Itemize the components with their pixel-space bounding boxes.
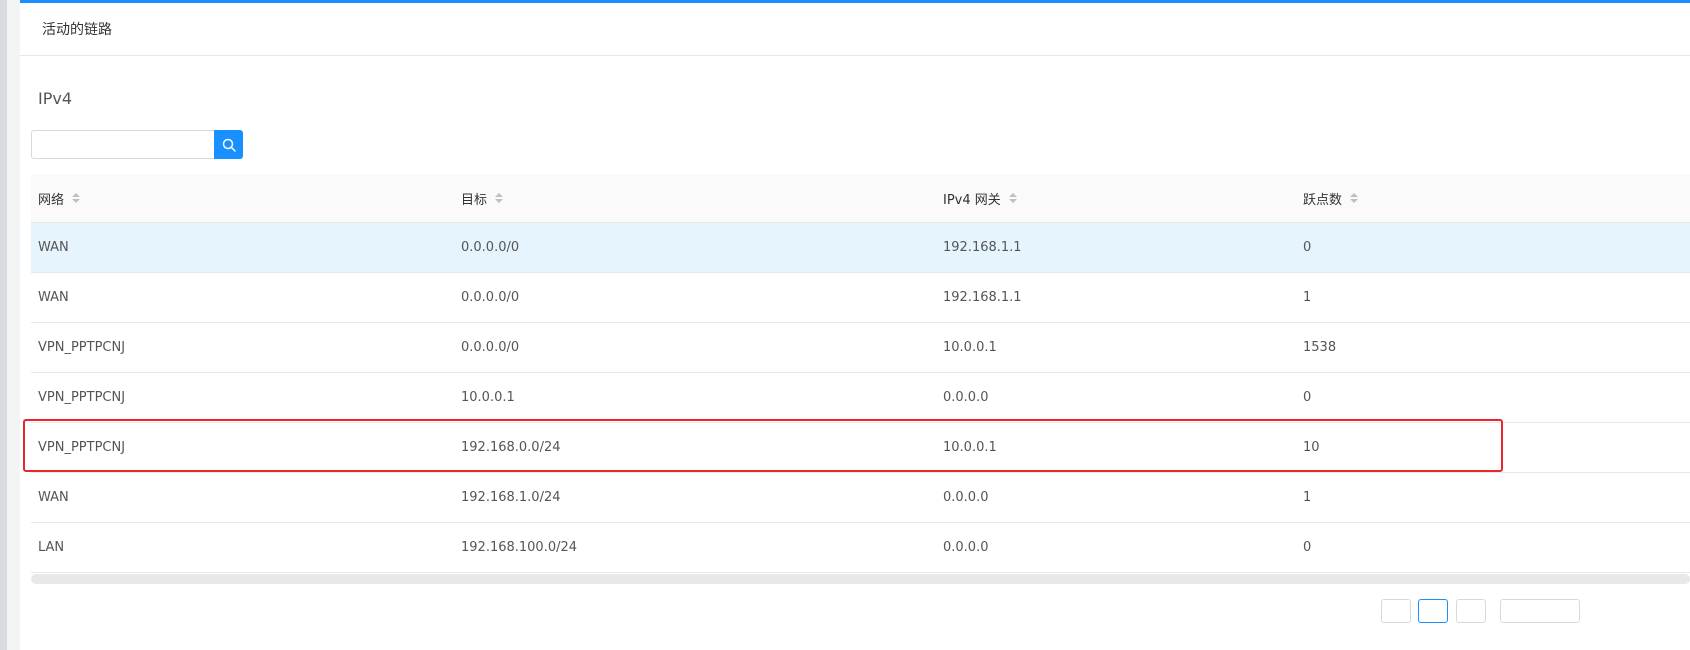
cell-network: VPN_PPTPCNJ xyxy=(38,440,126,455)
cell-metric: 0 xyxy=(1303,540,1312,555)
active-routes-card: 活动的链路 IPv4 网络 目标 IPv4 网关 跃点数 WAN 0.0.0.0… xyxy=(20,0,1690,650)
left-edge-strip xyxy=(0,0,7,650)
cell-target: 192.168.100.0/24 xyxy=(461,540,578,555)
sort-icon[interactable] xyxy=(1008,193,1017,203)
table-row[interactable]: WAN 0.0.0.0/0 192.168.1.1 1 xyxy=(31,273,1690,323)
table-header: 网络 目标 IPv4 网关 跃点数 xyxy=(31,174,1690,223)
cell-target: 0.0.0.0/0 xyxy=(461,290,520,305)
left-gutter xyxy=(7,0,20,650)
routes-table: 网络 目标 IPv4 网关 跃点数 WAN 0.0.0.0/0 192.168.… xyxy=(31,174,1690,573)
card-header: 活动的链路 xyxy=(20,3,1690,56)
column-header-network[interactable]: 网络 xyxy=(31,189,454,208)
cell-network: LAN xyxy=(38,540,65,555)
cell-metric: 1 xyxy=(1303,290,1312,305)
table-row[interactable]: LAN 192.168.100.0/24 0.0.0.0 0 xyxy=(31,523,1690,573)
cell-metric: 1538 xyxy=(1303,340,1337,355)
pagination-next-button[interactable] xyxy=(1456,599,1486,623)
cell-gateway: 192.168.1.1 xyxy=(943,240,1022,255)
cell-target: 192.168.0.0/24 xyxy=(461,440,561,455)
card-title: 活动的链路 xyxy=(42,22,112,38)
pagination-current-page[interactable] xyxy=(1418,599,1448,623)
cell-metric: 0 xyxy=(1303,240,1312,255)
cell-network: VPN_PPTPCNJ xyxy=(38,340,126,355)
cell-target: 0.0.0.0/0 xyxy=(461,340,520,355)
search-icon xyxy=(222,138,236,152)
table-row[interactable]: VPN_PPTPCNJ 10.0.0.1 0.0.0.0 0 xyxy=(31,373,1690,423)
column-header-metric[interactable]: 跃点数 xyxy=(1296,189,1690,208)
table-row[interactable]: WAN 0.0.0.0/0 192.168.1.1 0 xyxy=(31,223,1690,273)
search-input[interactable] xyxy=(31,130,214,159)
cell-target: 192.168.1.0/24 xyxy=(461,490,561,505)
pagination-size-select[interactable] xyxy=(1500,599,1580,623)
sort-icon[interactable] xyxy=(495,193,504,203)
cell-metric: 0 xyxy=(1303,390,1312,405)
sort-icon[interactable] xyxy=(1350,193,1359,203)
column-header-gateway[interactable]: IPv4 网关 xyxy=(936,189,1296,208)
cell-network: WAN xyxy=(38,240,69,255)
cell-gateway: 10.0.0.1 xyxy=(943,340,997,355)
section-title: IPv4 xyxy=(38,89,73,108)
cell-gateway: 0.0.0.0 xyxy=(943,390,989,405)
table-row[interactable]: VPN_PPTPCNJ 192.168.0.0/24 10.0.0.1 10 xyxy=(31,423,1690,473)
cell-target: 10.0.0.1 xyxy=(461,390,515,405)
cell-gateway: 192.168.1.1 xyxy=(943,290,1022,305)
search-button[interactable] xyxy=(214,130,243,159)
cell-gateway: 0.0.0.0 xyxy=(943,540,989,555)
cell-gateway: 0.0.0.0 xyxy=(943,490,989,505)
table-row[interactable]: VPN_PPTPCNJ 0.0.0.0/0 10.0.0.1 1538 xyxy=(31,323,1690,373)
cell-network: WAN xyxy=(38,490,69,505)
cell-gateway: 10.0.0.1 xyxy=(943,440,997,455)
horizontal-scrollbar[interactable] xyxy=(31,574,1690,584)
sort-icon[interactable] xyxy=(72,193,81,203)
pagination-prev-button[interactable] xyxy=(1381,599,1411,623)
cell-network: WAN xyxy=(38,290,69,305)
cell-metric: 1 xyxy=(1303,490,1312,505)
cell-network: VPN_PPTPCNJ xyxy=(38,390,126,405)
column-header-target[interactable]: 目标 xyxy=(454,189,936,208)
cell-metric: 10 xyxy=(1303,440,1320,455)
table-row[interactable]: WAN 192.168.1.0/24 0.0.0.0 1 xyxy=(31,473,1690,523)
cell-target: 0.0.0.0/0 xyxy=(461,240,520,255)
search-bar xyxy=(31,130,243,159)
